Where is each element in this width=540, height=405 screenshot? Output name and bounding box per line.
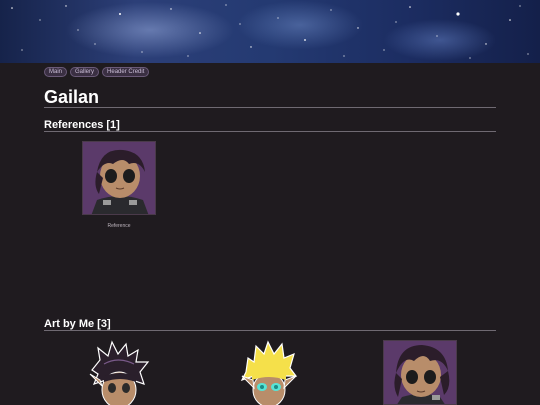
art-thumbnail-2[interactable] xyxy=(238,340,300,405)
references-heading: References [1] xyxy=(44,119,120,131)
header-banner xyxy=(0,0,540,63)
starfield xyxy=(11,4,529,59)
nav-main-button[interactable]: Main xyxy=(44,67,68,77)
art-thumbnail-1[interactable] xyxy=(86,340,152,405)
character-portrait-image xyxy=(83,142,155,214)
portrait-character-art xyxy=(384,341,456,404)
blonde-character-art xyxy=(240,340,298,405)
art-by-me-heading: Art by Me [3] xyxy=(44,318,111,330)
title-divider xyxy=(44,107,496,108)
nav-header-credit-button[interactable]: Header Credit xyxy=(102,67,150,77)
top-nav: Main Gallery Header Credit xyxy=(44,67,150,77)
page-title: Gailan xyxy=(44,87,100,107)
art-by-me-divider xyxy=(44,330,496,331)
nav-gallery-button[interactable]: Gallery xyxy=(70,67,100,77)
reference-caption: Reference xyxy=(107,223,131,229)
reference-thumbnail[interactable] xyxy=(82,141,156,215)
spiky-character-art xyxy=(89,340,150,405)
references-divider xyxy=(44,131,496,132)
art-thumbnail-3[interactable] xyxy=(383,340,457,405)
